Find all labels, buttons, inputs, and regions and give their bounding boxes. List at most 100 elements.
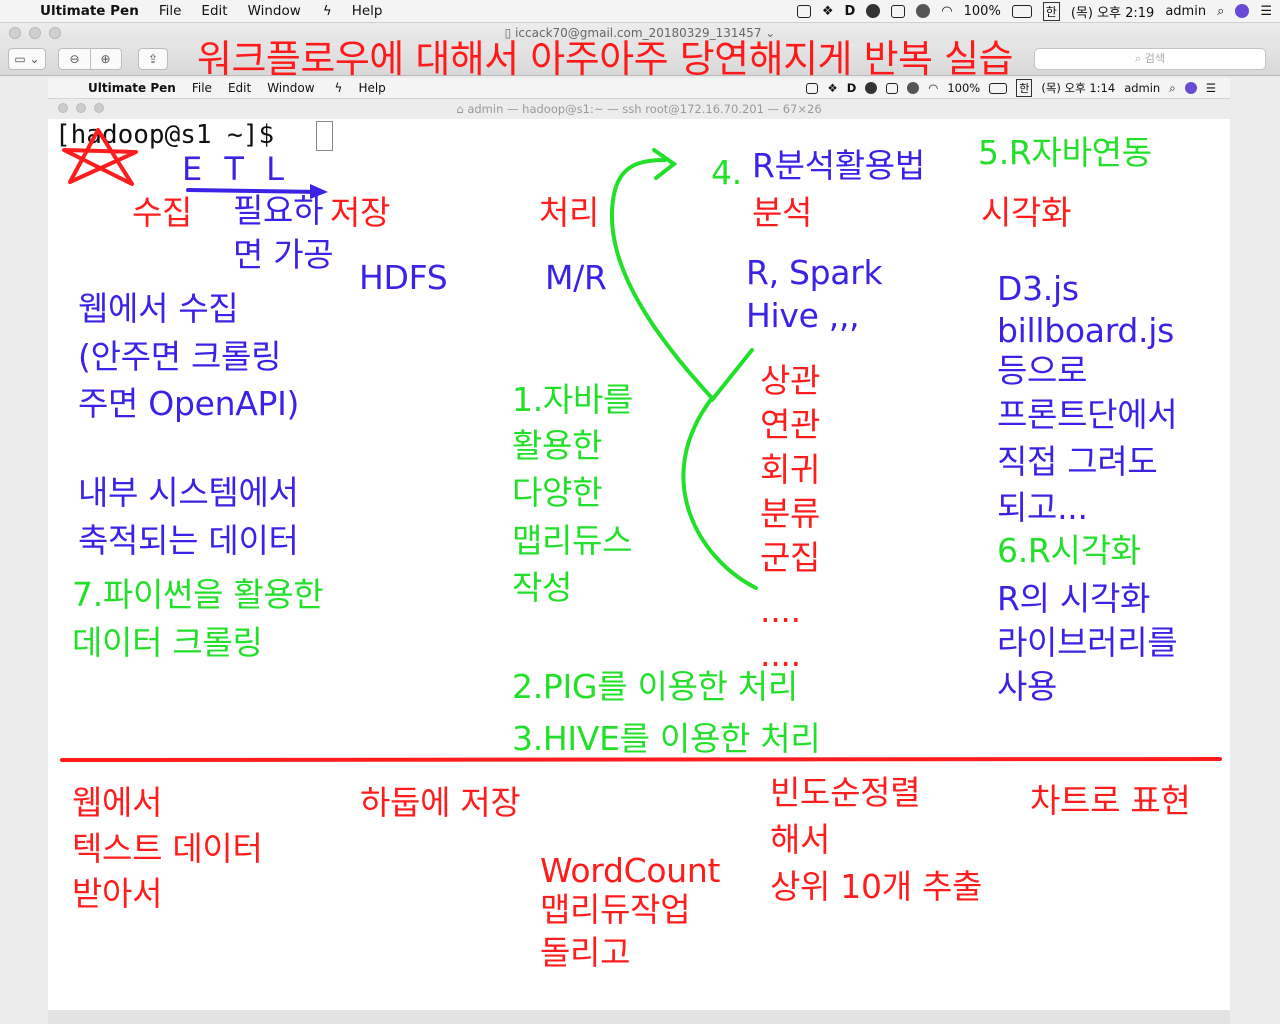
inner-dropbox-icon: ❖ (827, 81, 838, 95)
search-placeholder: 검색 (1144, 52, 1165, 65)
note-web-collect-3: 주면 OpenAPI) (78, 384, 300, 423)
input-source-icon[interactable]: 한 (1042, 1, 1060, 21)
outer-menubar: Ultimate Pen File Edit Window ϟ Help ❖ D… (0, 0, 1280, 23)
note-stats-2: 연관 (760, 405, 821, 444)
inner-menu-help: Help (358, 81, 386, 95)
inner-datetime: (목) 오후 1:14 (1041, 81, 1116, 95)
note-web-collect-1: 웹에서 수집 (78, 289, 239, 328)
note-chart: 차트로 표현 (1030, 781, 1191, 820)
window-icon[interactable] (891, 4, 906, 18)
zoom-buttons-group: ⊖ ⊕ (58, 48, 122, 70)
d-app-icon[interactable]: D (844, 4, 855, 19)
note-stats-5: 군집 (760, 538, 821, 577)
note-stats-7: .... (760, 635, 801, 674)
note-hadoop-store: 하둡에 저장 (360, 783, 521, 822)
note-wordcount-2: 맵리듀작업 (540, 890, 691, 929)
menu-file[interactable]: File (159, 3, 182, 19)
note-stats-1: 상관 (760, 361, 821, 400)
wifi-icon[interactable]: ◠ (941, 4, 952, 19)
command-icon[interactable] (796, 4, 811, 18)
bolt-icon[interactable]: ϟ (323, 3, 332, 19)
note-python-crawl-2: 데이터 크롤링 (72, 623, 263, 662)
menu-window[interactable]: Window (248, 3, 301, 19)
note-handle: 처리 (539, 193, 600, 232)
note-java-mr-4: 맵리듀스 (512, 521, 633, 560)
note-java-mr-2: 활용한 (512, 426, 603, 465)
terminal-cursor (316, 121, 333, 151)
inner-minimize-button (76, 103, 86, 113)
dropbox-icon[interactable]: ❖ (822, 4, 834, 19)
inner-user-name: admin (1124, 81, 1161, 95)
inner-d-app-icon: D (846, 81, 857, 95)
status-area: ❖ D ◠ 100% 한 (목) 오후 2:19 admin ⌕ ☰ (796, 0, 1272, 22)
record-icon[interactable] (916, 4, 931, 18)
menu-edit[interactable]: Edit (201, 3, 227, 19)
note-freq-1: 빈도순정렬 (770, 773, 921, 812)
close-button[interactable] (9, 27, 21, 39)
note-frontend-6: 되고... (997, 488, 1088, 527)
home-icon: ⌂ (456, 102, 464, 116)
terminal-title-text: admin — hadoop@s1:~ — ssh root@172.16.70… (467, 102, 822, 116)
inner-menu-app-name: Ultimate Pen (88, 81, 176, 95)
inner-zoom-button (94, 103, 104, 113)
share-button[interactable]: ⇪ (138, 48, 168, 70)
terminal-title-bar: ⌂ admin — hadoop@s1:~ — ssh root@172.16.… (48, 99, 1230, 119)
window-margin-right (1230, 76, 1280, 1024)
battery-icon[interactable] (1011, 4, 1032, 18)
note-hive: Hive ,,, (746, 296, 860, 335)
window-margin-left (0, 76, 48, 1024)
banner-annotation: 워크플로우에 대해서 아주아주 당연해지게 반복 실습 (197, 37, 1014, 81)
inner-menubar: Ultimate Pen File Edit Window ϟ Help ❖ D… (48, 78, 1230, 99)
inner-status-area: ❖ D ◠ 100% 한 (목) 오후 1:14 admin ⌕ ☰ (806, 78, 1216, 98)
inner-battery-percent: 100% (947, 81, 981, 95)
note-process-if-needed-1: 필요하 (233, 191, 324, 230)
zoom-in-icon[interactable]: ⊕ (89, 49, 121, 69)
inner-bolt-icon: ϟ (334, 81, 343, 95)
inner-wifi-icon: ◠ (928, 81, 939, 95)
note-java-mr-1: 1.자바를 (512, 380, 634, 419)
note-freq-3: 상위 10개 추출 (770, 867, 983, 906)
note-frontend-5: 직접 그려도 (997, 442, 1158, 481)
note-web-text-1: 웹에서 (72, 783, 163, 822)
note-analysis: 분석 (752, 193, 813, 232)
note-store: 저장 (330, 193, 391, 232)
inner-record-icon (907, 82, 920, 94)
inner-menu-window: Window (267, 81, 315, 95)
menu-app-name[interactable]: Ultimate Pen (40, 3, 139, 19)
user-name[interactable]: admin (1165, 4, 1206, 19)
inner-input-source-icon: 한 (1016, 79, 1033, 97)
note-java-mr-5: 작성 (512, 568, 573, 607)
spotlight-search-icon[interactable]: ⌕ (1217, 4, 1224, 19)
note-analysis-title: R분석활용법 (752, 146, 925, 185)
menu-help[interactable]: Help (352, 3, 383, 19)
note-four: 4. (711, 153, 742, 192)
inner-menu-file: File (191, 81, 212, 95)
datetime[interactable]: (목) 오후 2:19 (1071, 2, 1154, 21)
inner-battery-icon (989, 82, 1008, 94)
zoom-button[interactable] (49, 27, 61, 39)
notification-center-icon[interactable]: ☰ (1260, 4, 1272, 19)
note-stats-3: 회귀 (760, 450, 821, 489)
sidebar-toggle-button[interactable]: ▭ ⌄ (8, 48, 46, 70)
note-freq-2: 해서 (770, 820, 831, 859)
cloud-icon[interactable] (866, 4, 881, 18)
note-web-text-3: 받아서 (72, 874, 163, 913)
siri-icon[interactable] (1235, 4, 1250, 18)
note-frontend-3: 등으로 (997, 351, 1088, 390)
note-r-viz-3: 사용 (997, 667, 1058, 706)
note-r-viz-2: 라이브러리를 (997, 623, 1178, 662)
battery-percent[interactable]: 100% (964, 4, 1001, 19)
zoom-out-icon[interactable]: ⊖ (60, 49, 90, 69)
minimize-button[interactable] (29, 27, 41, 39)
note-stats-4: 분류 (760, 494, 821, 533)
note-web-collect-2: (안주면 크롤링 (78, 337, 282, 376)
note-internal-data-2: 축적되는 데이터 (78, 521, 299, 560)
note-java-mr-3: 다양한 (512, 473, 603, 512)
note-web-text-2: 텍스트 데이터 (72, 829, 263, 868)
note-python-crawl-1: 7.파이썬을 활용한 (72, 575, 324, 614)
note-frontend-1: D3.js (997, 269, 1079, 308)
note-r-viz-title: 6.R시각화 (997, 531, 1141, 570)
inner-menu-edit: Edit (227, 81, 252, 95)
inner-cloud-icon (865, 82, 878, 94)
search-input[interactable]: ⌕ 검색 (1034, 48, 1266, 70)
